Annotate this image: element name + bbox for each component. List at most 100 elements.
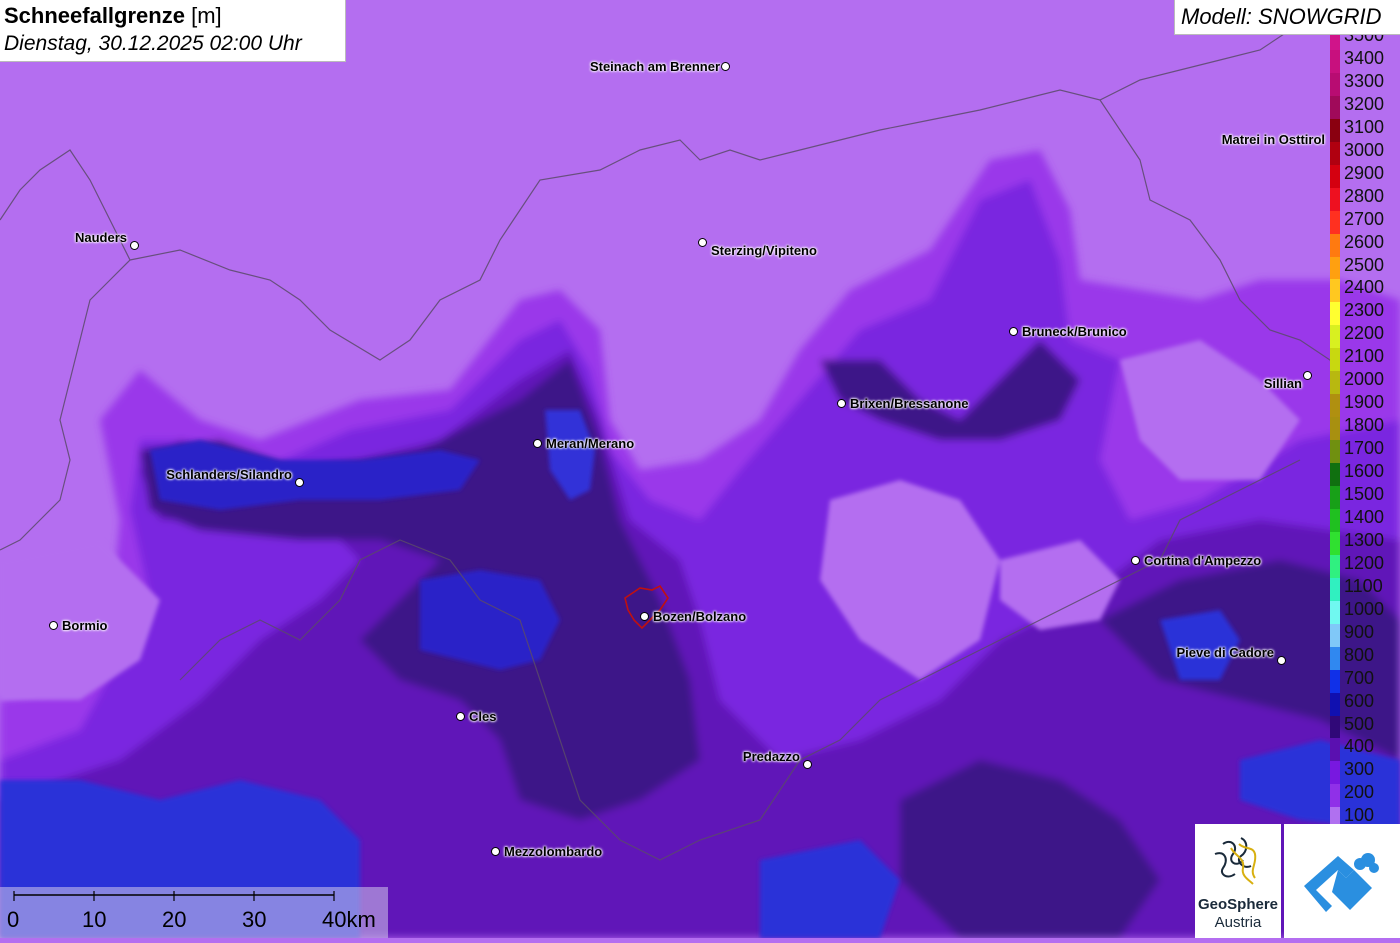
legend-label: 1600 [1344, 461, 1385, 482]
place-label[interactable]: Sillian [1264, 376, 1302, 391]
legend-label: 1300 [1344, 529, 1385, 550]
place-marker[interactable] [721, 62, 730, 71]
place-label[interactable]: Cortina d'Ampezzo [1144, 553, 1261, 568]
place-marker[interactable] [456, 712, 465, 721]
legend-label: 1700 [1344, 438, 1385, 459]
legend-swatch [1330, 784, 1340, 808]
legend-swatch [1330, 325, 1340, 349]
legend-swatch [1330, 233, 1340, 257]
place-marker[interactable] [1303, 371, 1312, 380]
legend-swatch [1330, 623, 1340, 648]
legend-swatch [1330, 187, 1340, 212]
map-datetime: Dienstag, 30.12.2025 02:00 Uhr [4, 32, 302, 55]
place-label[interactable]: Cles [469, 709, 496, 724]
place-label[interactable]: Bozen/Bolzano [653, 609, 746, 624]
legend-swatch [1330, 417, 1340, 441]
color-legend: 3500 3400 3300 3200 3100 3000 2900 2800 2700 2600… [1328, 35, 1400, 825]
legend-label: 400 [1344, 736, 1375, 757]
place-label[interactable]: Schlanders/Silandro [166, 467, 292, 482]
place-marker[interactable] [49, 621, 58, 630]
legend-label: 500 [1344, 713, 1375, 734]
legend-swatch [1330, 531, 1340, 556]
legend-label: 2300 [1344, 300, 1385, 321]
scale-label-30: 30 [242, 907, 267, 932]
place-marker[interactable] [640, 612, 649, 621]
place-label[interactable]: Mezzolombardo [504, 844, 602, 859]
legend-swatch [1330, 35, 1340, 51]
legend-swatch [1330, 715, 1340, 739]
map-title: Schneefallgrenze [m] [4, 3, 222, 28]
legend-label: 1100 [1344, 575, 1383, 596]
place-label[interactable]: Meran/Merano [546, 436, 634, 451]
place-label[interactable]: Sterzing/Vipiteno [711, 243, 817, 258]
place-label[interactable]: Pieve di Cadore [1176, 645, 1274, 660]
place-label[interactable]: Nauders [75, 230, 127, 245]
contour-700-cles [420, 570, 560, 670]
legend-label: 3000 [1344, 139, 1385, 160]
scale-bar-line [13, 891, 335, 901]
legend-label: 1000 [1344, 598, 1385, 619]
legend-swatch [1330, 371, 1340, 395]
legend-swatch [1330, 348, 1340, 372]
legend-swatch [1330, 72, 1340, 97]
legend-label: 1900 [1344, 392, 1385, 413]
legend-swatch [1330, 302, 1340, 326]
legend-label: 300 [1344, 759, 1375, 780]
place-marker[interactable] [491, 847, 500, 856]
geosphere-logo-subtitle: Austria [1214, 914, 1262, 931]
legend-label: 3100 [1344, 116, 1385, 137]
legend-label: 2600 [1344, 231, 1385, 252]
app-logo[interactable] [1284, 824, 1400, 938]
place-label[interactable]: Brixen/Bressanone [850, 396, 969, 411]
scale-label-40km: 40km [322, 907, 376, 932]
place-marker[interactable] [1131, 556, 1140, 565]
legend-label: 700 [1344, 667, 1375, 688]
legend-label: 1200 [1344, 552, 1385, 573]
legend-swatch [1330, 692, 1340, 716]
geosphere-emblem-icon [1214, 837, 1257, 885]
legend-swatch [1330, 440, 1340, 464]
scale-bar: 0 10 20 30 40km [0, 887, 388, 938]
place-marker[interactable] [1009, 327, 1018, 336]
legend-label: 200 [1344, 782, 1375, 803]
legend-swatch [1330, 669, 1340, 694]
legend-label: 2500 [1344, 254, 1385, 275]
legend-swatch [1330, 646, 1340, 671]
legend-swatch [1330, 118, 1340, 143]
place-label[interactable]: Bruneck/Brunico [1022, 324, 1127, 339]
legend-label: 600 [1344, 690, 1375, 711]
scale-label-20: 20 [162, 907, 187, 932]
legend-swatch [1330, 761, 1340, 785]
place-marker[interactable] [1277, 656, 1286, 665]
legend-label: 3200 [1344, 93, 1385, 114]
geosphere-logo-name: GeoSphere [1197, 896, 1279, 913]
place-marker[interactable] [130, 241, 139, 250]
legend-label: 2100 [1344, 346, 1385, 367]
legend-swatch [1330, 486, 1340, 510]
legend-label: 2200 [1344, 323, 1385, 344]
place-label[interactable]: Bormio [62, 618, 108, 633]
legend-label: 2700 [1344, 208, 1385, 229]
legend-swatch [1330, 577, 1340, 602]
place-label[interactable]: Steinach am Brenner [590, 59, 720, 74]
place-label[interactable]: Predazzo [743, 749, 800, 764]
legend-label: 900 [1344, 621, 1375, 642]
legend-swatch [1330, 738, 1340, 762]
legend-swatch [1330, 554, 1340, 579]
model-label: Modell: SNOWGRID [1174, 0, 1400, 35]
legend-swatch [1330, 600, 1340, 625]
legend-label: 3300 [1344, 70, 1385, 91]
legend-swatch [1330, 463, 1340, 487]
map-title-box: Schneefallgrenze [m] Dienstag, 30.12.202… [0, 0, 346, 62]
place-label[interactable]: Matrei in Osttirol [1222, 132, 1325, 147]
place-marker[interactable] [533, 439, 542, 448]
geosphere-logo[interactable]: GeoSphere Austria [1195, 824, 1281, 938]
legend-label: 1800 [1344, 415, 1385, 436]
place-marker[interactable] [837, 399, 846, 408]
place-marker[interactable] [698, 238, 707, 247]
place-marker[interactable] [295, 478, 304, 487]
legend-swatch [1330, 164, 1340, 189]
legend-label: 3500 [1344, 35, 1385, 45]
legend-swatch [1330, 95, 1340, 120]
place-marker[interactable] [803, 760, 812, 769]
